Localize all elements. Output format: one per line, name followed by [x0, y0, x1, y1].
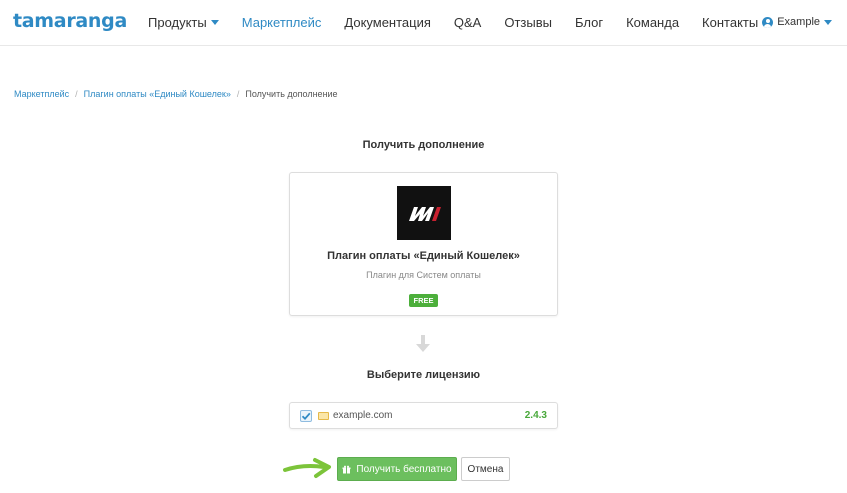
nav-item-products[interactable]: Продукты	[148, 15, 219, 30]
breadcrumb-current: Получить дополнение	[245, 89, 338, 99]
license-option[interactable]: example.com 2.4.3	[289, 402, 558, 429]
nav-item-marketplace[interactable]: Маркетплейс	[242, 15, 322, 30]
wallet-logo-icon	[397, 186, 451, 240]
plugin-logo	[397, 186, 451, 240]
get-free-label: Получить бесплатно	[356, 463, 452, 475]
license-title: Выберите лицензию	[366, 369, 481, 381]
nav-item-contacts[interactable]: Контакты	[702, 15, 758, 30]
checkmark-icon	[301, 412, 311, 421]
cancel-button[interactable]: Отмена	[461, 457, 510, 481]
plugin-category: Плагин для Систем оплаты	[366, 270, 481, 280]
badge-wrap: FREE	[290, 290, 557, 308]
chevron-down-icon	[824, 19, 832, 25]
user-icon	[762, 16, 774, 28]
nav-item-docs[interactable]: Документация	[344, 15, 431, 30]
breadcrumb-plugin[interactable]: Плагин оплаты «Единый Кошелек»	[84, 89, 231, 99]
license-site: example.com	[333, 410, 393, 421]
annotation-arrow-icon	[283, 458, 331, 478]
user-menu[interactable]: Example	[762, 16, 832, 28]
plugin-card: Плагин оплаты «Единый Кошелек» Плагин дл…	[289, 172, 558, 316]
user-name: Example	[777, 16, 820, 28]
arrow-down-icon	[416, 335, 430, 352]
gift-icon	[342, 465, 351, 473]
breadcrumb-separator: /	[236, 89, 240, 99]
breadcrumb: Маркетплейс / Плагин оплаты «Единый Коше…	[14, 89, 338, 99]
nav-item-blog[interactable]: Блог	[575, 15, 603, 30]
main-nav: Продукты Маркетплейс Документация Q&A От…	[148, 15, 781, 30]
page-title: Получить дополнение	[362, 139, 485, 151]
nav-item-qa[interactable]: Q&A	[454, 15, 481, 30]
breadcrumb-marketplace[interactable]: Маркетплейс	[14, 89, 69, 99]
top-navbar: tamaranga Продукты Маркетплейс Документа…	[0, 0, 847, 46]
chevron-down-icon	[210, 20, 219, 25]
breadcrumb-separator: /	[75, 89, 78, 99]
nav-item-label: Продукты	[148, 15, 207, 30]
nav-item-team[interactable]: Команда	[626, 15, 679, 30]
get-free-button[interactable]: Получить бесплатно	[337, 457, 457, 481]
nav-item-reviews[interactable]: Отзывы	[504, 15, 552, 30]
license-version: 2.4.3	[524, 410, 547, 421]
tamaranga-logo[interactable]: tamaranga	[13, 10, 127, 32]
license-checkbox[interactable]	[300, 410, 312, 422]
site-icon	[318, 412, 329, 420]
plugin-name: Плагин оплаты «Единый Кошелек»	[327, 250, 520, 262]
free-badge: FREE	[409, 294, 438, 307]
